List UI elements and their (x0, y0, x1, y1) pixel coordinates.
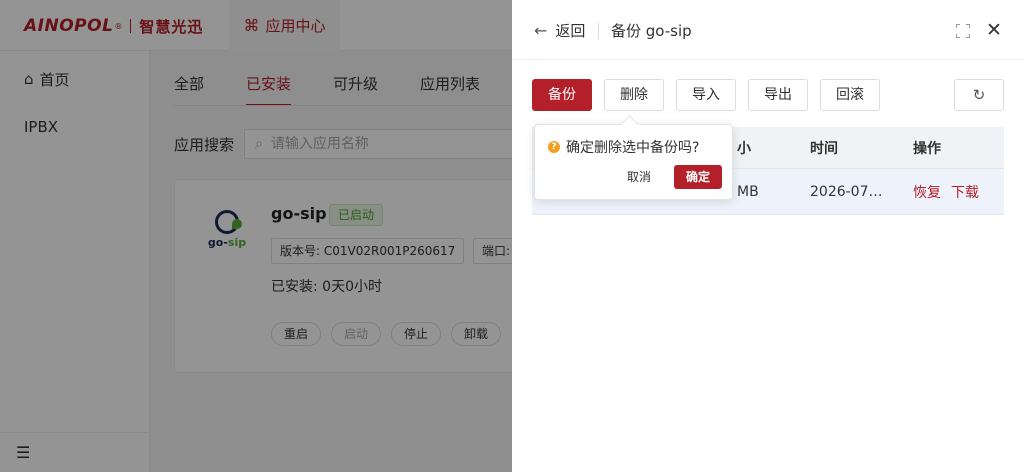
drawer-toolbar: 备份 删除 导入 导出 回滚 (532, 79, 880, 111)
refresh-icon: ↻ (972, 87, 986, 104)
column-header-ops: 操作 (913, 140, 941, 157)
download-link[interactable]: 下载 (951, 182, 979, 202)
restore-link[interactable]: 恢复 (913, 182, 941, 202)
modal-mask[interactable] (0, 0, 512, 472)
fullscreen-icon[interactable] (956, 24, 970, 38)
drawer-title: 备份 go-sip (611, 22, 692, 40)
back-label: 返回 (555, 22, 586, 40)
popconfirm-text: 确定删除选中备份吗? (566, 140, 700, 156)
header-divider (598, 23, 599, 39)
export-button[interactable]: 导出 (748, 79, 808, 111)
row-actions: 恢复 下载 (913, 169, 979, 214)
popconfirm-cancel-button[interactable]: 取消 (621, 165, 657, 189)
close-icon[interactable]: ✕ (986, 20, 1002, 40)
warning-icon: ? (548, 141, 560, 153)
delete-button[interactable]: 删除 (604, 79, 664, 111)
backup-drawer: ← 返回 备份 go-sip ✕ 备份 删除 导入 导出 回滚 ↻ 小 时间 操… (512, 0, 1024, 472)
delete-popconfirm: ? 确定删除选中备份吗? 取消 确定 (534, 124, 733, 200)
arrow-left-icon: ← (534, 21, 548, 40)
row-time: 2026-07-... (810, 169, 890, 214)
row-time-text: 2026-07-... (810, 183, 886, 200)
popconfirm-confirm-button[interactable]: 确定 (674, 165, 722, 189)
popconfirm-question: ? 确定删除选中备份吗? (548, 137, 699, 157)
refresh-button[interactable]: ↻ (954, 79, 1004, 111)
column-header-time: 时间 (810, 140, 838, 157)
row-size: MB (737, 183, 759, 200)
backup-button[interactable]: 备份 (532, 79, 592, 111)
import-button[interactable]: 导入 (676, 79, 736, 111)
drawer-header: ← 返回 备份 go-sip ✕ (512, 0, 1024, 60)
rollback-button[interactable]: 回滚 (820, 79, 880, 111)
column-header-size: 小 (737, 140, 751, 157)
back-button[interactable]: ← 返回 (534, 20, 585, 41)
